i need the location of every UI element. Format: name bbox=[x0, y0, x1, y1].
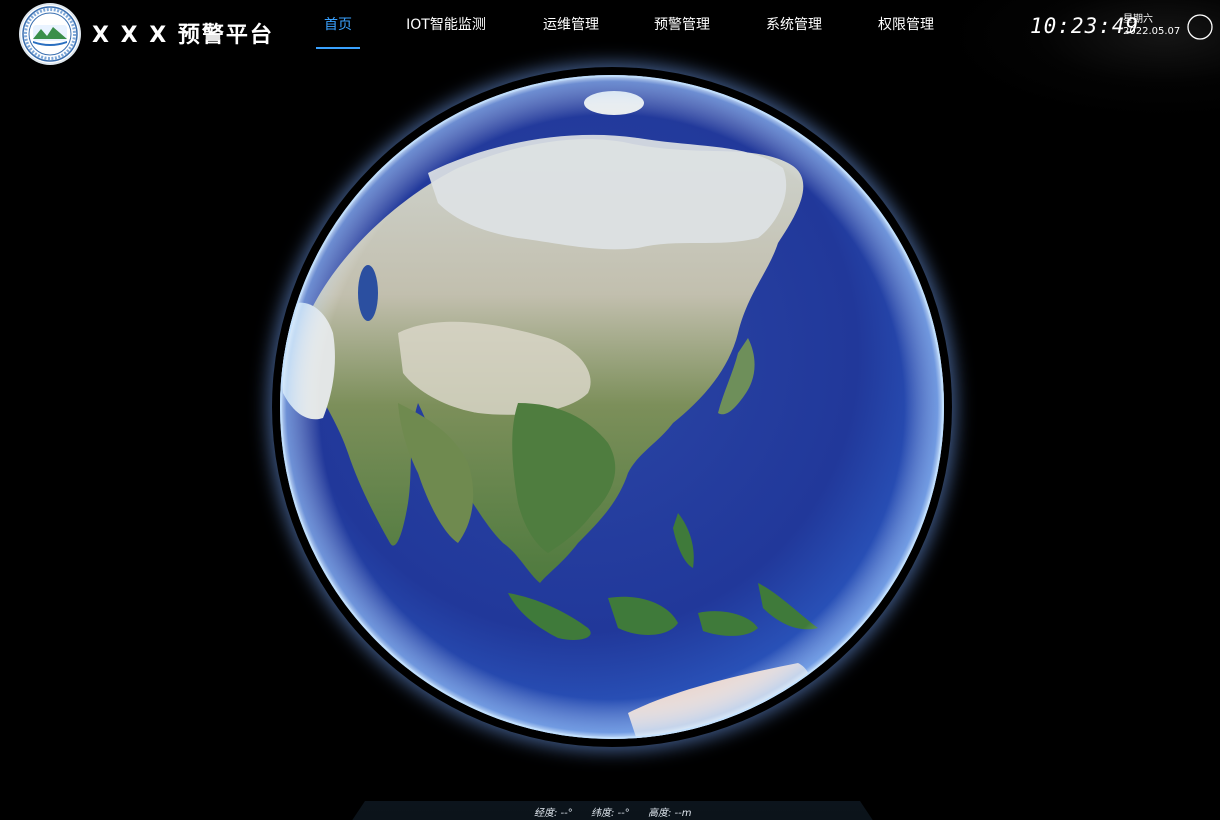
globe-rim bbox=[280, 75, 944, 739]
date-block: 星期六 2022.05.07 bbox=[1123, 14, 1180, 38]
date-label: 2022.05.07 bbox=[1123, 26, 1181, 37]
main-nav: 首页 IOT智能监测 运维管理 预警管理 系统管理 权限管理 bbox=[300, 0, 962, 52]
nav-warning[interactable]: 预警管理 bbox=[626, 0, 738, 46]
user-avatar-icon[interactable] bbox=[1187, 14, 1213, 40]
earth-globe[interactable] bbox=[278, 73, 946, 741]
nav-system[interactable]: 系统管理 bbox=[738, 0, 850, 46]
nav-operations[interactable]: 运维管理 bbox=[516, 0, 626, 46]
weekday-label: 星期六 bbox=[1123, 14, 1153, 25]
globe-svg bbox=[280, 75, 944, 739]
app-root: X X X 预警平台 首页 IOT智能监测 运维管理 预警管理 系统管理 权限管… bbox=[0, 0, 1220, 820]
top-header: X X X 预警平台 首页 IOT智能监测 运维管理 预警管理 系统管理 权限管… bbox=[0, 0, 1220, 63]
app-title: X X X 预警平台 bbox=[92, 23, 274, 48]
latitude-readout: 纬度: --° bbox=[591, 808, 630, 819]
logo-icon[interactable] bbox=[21, 5, 79, 63]
altitude-readout: 高度: --m bbox=[648, 808, 692, 819]
nav-permissions[interactable]: 权限管理 bbox=[850, 0, 962, 46]
nav-home[interactable]: 首页 bbox=[300, 0, 376, 49]
nav-iot-monitoring[interactable]: IOT智能监测 bbox=[376, 0, 516, 46]
longitude-readout: 经度: --° bbox=[534, 808, 573, 819]
